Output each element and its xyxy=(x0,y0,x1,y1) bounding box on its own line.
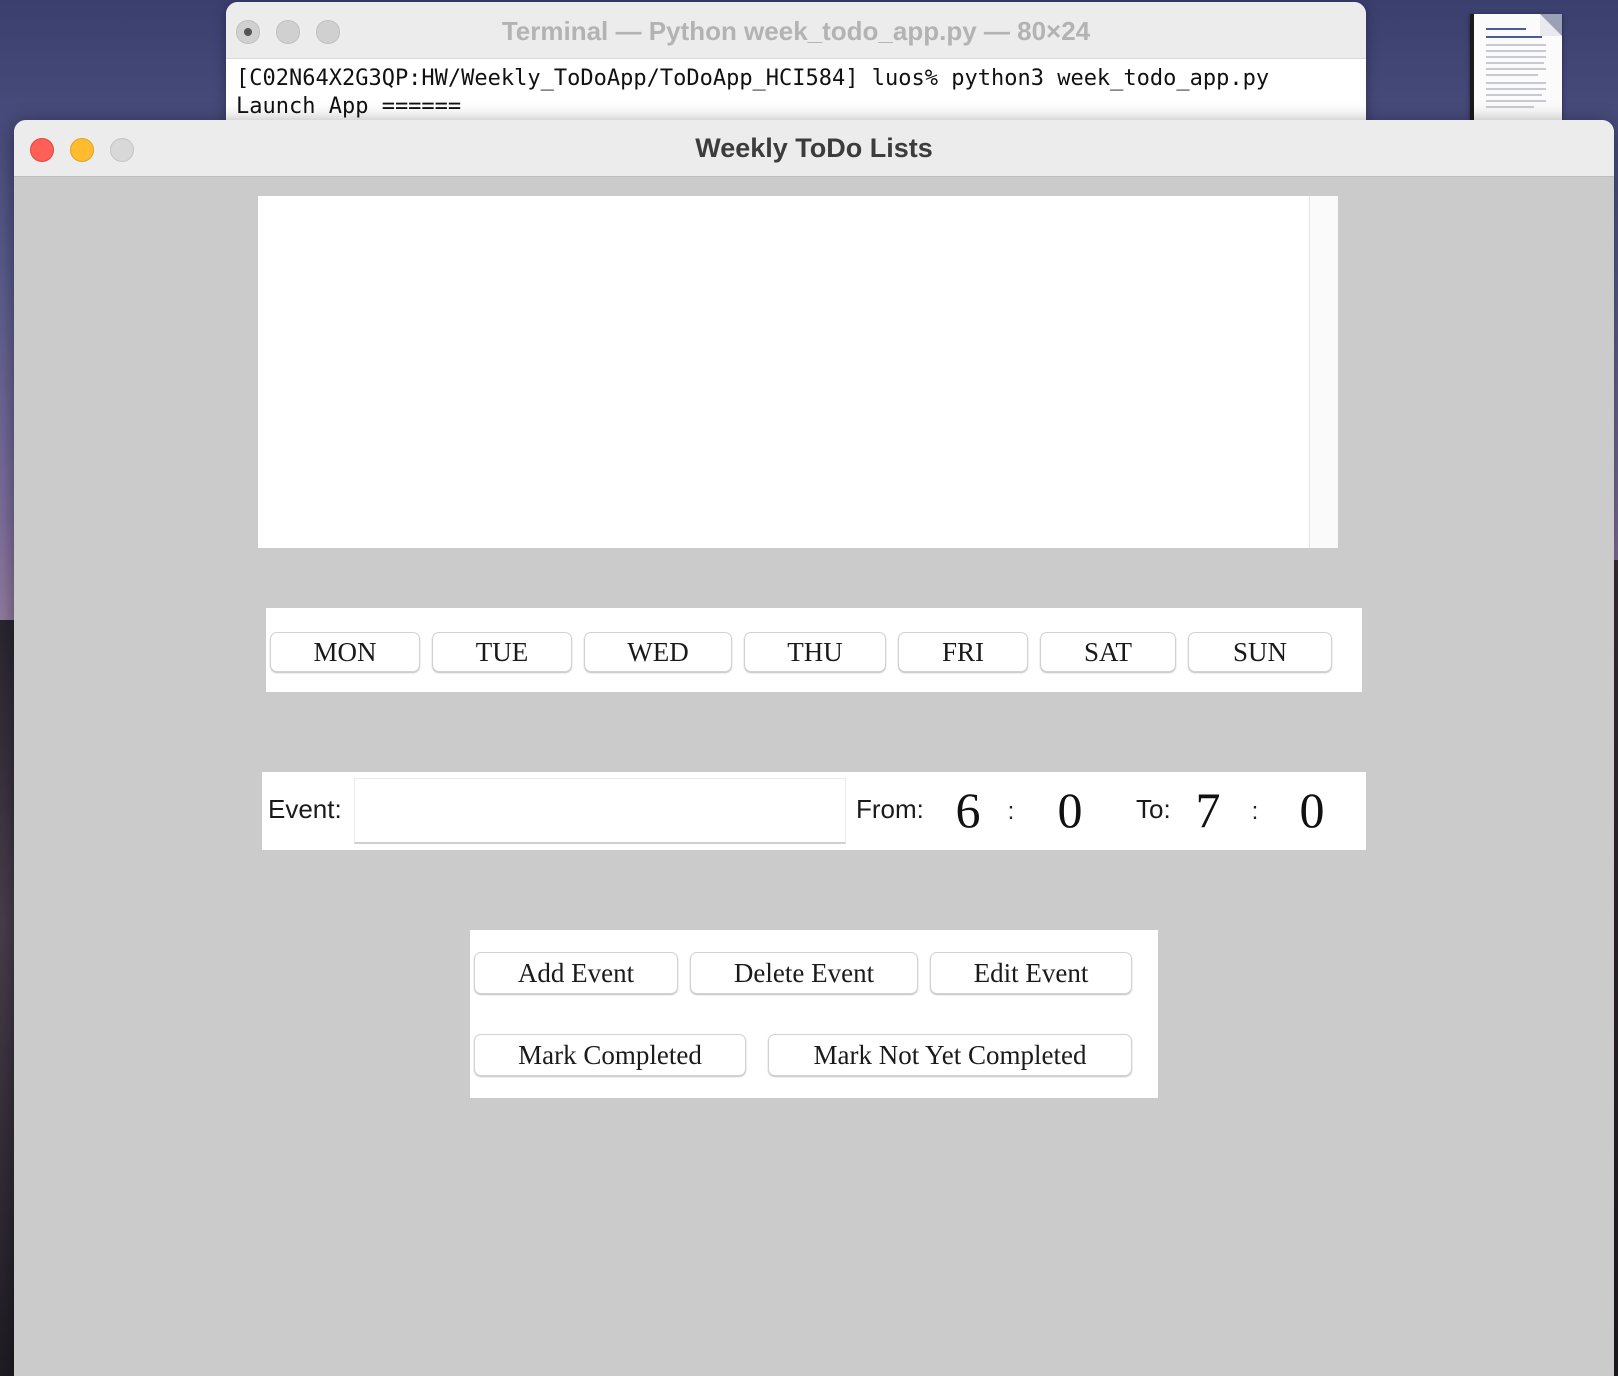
event-listbox[interactable] xyxy=(258,196,1338,548)
event-label: Event: xyxy=(268,794,342,824)
edit-event-button[interactable]: Edit Event xyxy=(930,952,1132,994)
delete-event-button[interactable]: Delete Event xyxy=(690,952,918,994)
from-label: From: xyxy=(856,794,924,824)
terminal-output[interactable]: [C02N64X2G3QP:HW/Weekly_ToDoApp/ToDoApp_… xyxy=(226,59,1366,121)
day-button-sun[interactable]: SUN xyxy=(1188,632,1332,672)
to-label: To: xyxy=(1136,794,1171,824)
window-titlebar[interactable]: Weekly ToDo Lists xyxy=(14,120,1614,177)
event-input[interactable] xyxy=(354,778,846,844)
window-title: Weekly ToDo Lists xyxy=(695,133,933,163)
listbox-scrollbar[interactable] xyxy=(1309,196,1338,548)
desktop-document-icon[interactable] xyxy=(1470,14,1562,120)
event-entry-panel: Event: From: 6 : 0 To: 7 : 0 xyxy=(262,772,1366,850)
from-time-separator: : xyxy=(1007,798,1015,825)
day-button-thu[interactable]: THU xyxy=(744,632,886,672)
day-button-tue[interactable]: TUE xyxy=(432,632,572,672)
to-minute-value[interactable]: 0 xyxy=(1292,780,1332,840)
day-button-sat[interactable]: SAT xyxy=(1040,632,1176,672)
add-event-button[interactable]: Add Event xyxy=(474,952,678,994)
mark-not-completed-button[interactable]: Mark Not Yet Completed xyxy=(768,1034,1132,1076)
terminal-titlebar[interactable]: Terminal — Python week_todo_app.py — 80×… xyxy=(226,2,1366,59)
day-button-mon[interactable]: MON xyxy=(270,632,420,672)
todo-app-window[interactable]: Weekly ToDo Lists MON TUE WED THU FRI SA… xyxy=(14,120,1614,1376)
event-actions-panel: Add Event Delete Event Edit Event Mark C… xyxy=(470,930,1158,1098)
day-button-fri[interactable]: FRI xyxy=(898,632,1028,672)
from-hour-value[interactable]: 6 xyxy=(948,780,988,840)
terminal-line-output: Launch App ====== xyxy=(236,94,462,119)
from-minute-value[interactable]: 0 xyxy=(1050,780,1090,840)
day-selector-panel: MON TUE WED THU FRI SAT SUN xyxy=(266,608,1362,692)
terminal-line-command: [C02N64X2G3QP:HW/Weekly_ToDoApp/ToDoApp_… xyxy=(236,66,1270,91)
to-time-separator: : xyxy=(1251,798,1259,825)
mark-completed-button[interactable]: Mark Completed xyxy=(474,1034,746,1076)
day-button-wed[interactable]: WED xyxy=(584,632,732,672)
to-hour-value[interactable]: 7 xyxy=(1188,780,1228,840)
terminal-title: Terminal — Python week_todo_app.py — 80×… xyxy=(501,16,1091,46)
